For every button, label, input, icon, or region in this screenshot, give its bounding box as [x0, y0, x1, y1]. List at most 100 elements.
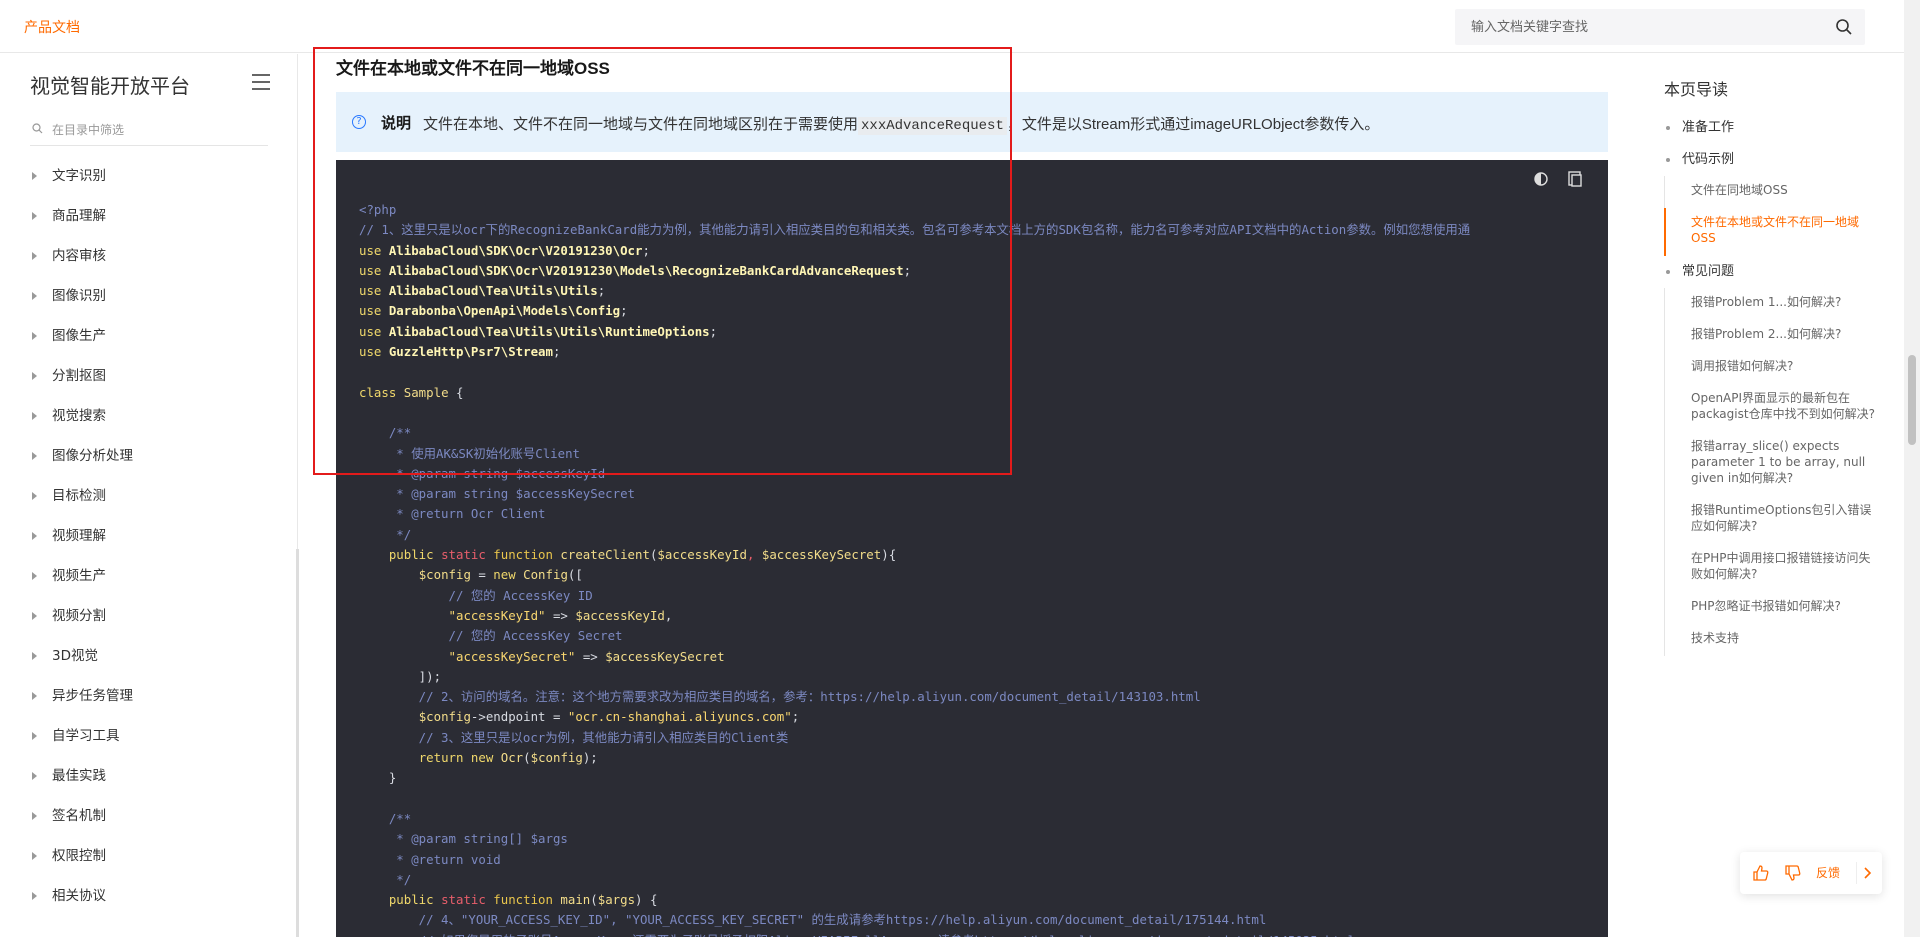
sidebar-item-label: 分割抠图 — [52, 368, 106, 384]
code-line: $config = new Config([ — [359, 567, 583, 582]
code-line: "accessKeyId" => $accessKeyId, — [359, 607, 673, 623]
sidebar-item[interactable]: 视频理解 — [0, 516, 296, 556]
menu-icon[interactable] — [252, 74, 270, 90]
toc-subitem[interactable]: 技术支持 — [1664, 624, 1878, 656]
copy-icon[interactable] — [1564, 168, 1586, 190]
code-token: "accessKeySecret" — [448, 648, 576, 664]
page-toc: 本页导读 准备工作 代码示例 文件在同地域OSS 文件在本地或文件不在同一地域OSS 常… — [1664, 54, 1878, 674]
code-token: $config — [418, 567, 471, 583]
sidebar-item[interactable]: 最佳实践 — [0, 756, 296, 796]
sidebar-scrollbar[interactable] — [296, 549, 299, 937]
code-token: createClient — [560, 547, 650, 563]
sidebar-item[interactable]: 异步任务管理 — [0, 676, 296, 716]
page-scrollbar[interactable] — [1904, 0, 1920, 937]
toc-subitem[interactable]: 文件在同地域OSS — [1664, 176, 1878, 208]
sidebar-item-label: 图像生产 — [52, 328, 106, 344]
code-token: AlibabaCloud\Tea\Utils\Utils — [388, 283, 598, 299]
sidebar-item[interactable]: 相关协议 — [0, 876, 296, 916]
sidebar-item[interactable]: 商品理解 — [0, 196, 296, 236]
sidebar-item[interactable]: 3D视觉 — [0, 636, 296, 676]
code-line: // 2、访问的域名。注意：这个地方需要求改为相应类目的域名，参考：https:… — [359, 689, 1201, 704]
sidebar-item-label: 视觉搜索 — [52, 408, 106, 424]
code-token: // 您的 AccessKey ID — [359, 587, 593, 603]
code-token: <?php — [359, 202, 397, 217]
code-token: main — [560, 892, 591, 908]
toc-section[interactable]: 准备工作 — [1664, 112, 1878, 144]
sidebar-item[interactable]: 自学习工具 — [0, 716, 296, 756]
code-token: * @param string $accessKeySecret — [359, 486, 636, 502]
toc-subitem[interactable]: 文件在本地或文件不在同一地域OSS — [1664, 208, 1878, 256]
code-line: * 使用AK&SK初始化账号Client — [359, 446, 580, 461]
caret-right-icon — [32, 332, 37, 340]
sidebar-item[interactable]: 权限控制 — [0, 836, 296, 876]
code-token: use — [359, 323, 389, 339]
sidebar-item[interactable]: 文字识别 — [0, 156, 296, 196]
caret-right-icon — [32, 172, 37, 180]
toc-label: 文件在同地域OSS — [1691, 183, 1788, 197]
sidebar-item[interactable]: 图像分析处理 — [0, 436, 296, 476]
toc-section[interactable]: 常见问题 — [1664, 256, 1878, 288]
thumbs-up-icon[interactable] — [1752, 863, 1770, 883]
code-token: /** — [359, 425, 412, 441]
code-token: * 使用AK&SK初始化账号Client — [359, 445, 581, 461]
search-input[interactable] — [1471, 9, 1831, 45]
note-text-part-1: 文件在本地、文件不在同一地域与文件在同地域区别在于需要使用 — [423, 116, 859, 133]
code-token: return — [418, 750, 471, 766]
toc-subitem[interactable]: 报错RuntimeOptions包引入错误应如何解决? — [1664, 496, 1878, 544]
toc-subitem[interactable]: OpenAPI界面显示的最新包在packagist仓库中找不到如何解决? — [1664, 384, 1878, 432]
code-token: , — [664, 607, 673, 623]
page-scrollbar-thumb[interactable] — [1908, 355, 1916, 445]
theme-toggle-icon[interactable] — [1530, 168, 1552, 190]
sidebar-item[interactable]: 图像识别 — [0, 276, 296, 316]
toc-subitem[interactable]: 在PHP中调用接口报错链接访问失败如何解决? — [1664, 544, 1878, 592]
code-line: // 您的 AccessKey Secret — [359, 628, 623, 643]
code-line: /** — [359, 425, 411, 440]
code-token: * @param string $accessKeyId — [359, 465, 606, 481]
brand-link[interactable]: 产品文档 — [24, 17, 80, 37]
code-token: use — [359, 344, 389, 360]
code-token: static — [441, 547, 494, 563]
code-token: // 2、访问的域名。注意：这个地方需要求改为相应类目的域名，参考：https:… — [359, 689, 1201, 705]
toc-label: PHP忽略证书报错如何解决? — [1691, 599, 1841, 613]
search-icon[interactable] — [1835, 18, 1853, 36]
top-bar: 产品文档 — [0, 0, 1904, 53]
code-line: <?php — [359, 202, 396, 217]
code-token: ]); — [359, 668, 442, 684]
caret-right-icon — [32, 612, 37, 620]
code-token: ; — [709, 323, 718, 339]
code-token: => — [545, 607, 576, 623]
sidebar-item-label: 相关协议 — [52, 888, 106, 904]
sidebar-item[interactable]: 图像生产 — [0, 316, 296, 356]
sidebar-item[interactable]: 签名机制 — [0, 796, 296, 836]
toc-subitem[interactable]: 调用报错如何解决? — [1664, 352, 1878, 384]
feedback-button[interactable]: 反馈 — [1816, 864, 1840, 881]
note-box: ? 说明 文件在本地、文件不在同一地域与文件在同地域区别在于需要使用 xxxAdv… — [336, 92, 1608, 152]
sidebar-item[interactable]: 目标检测 — [0, 476, 296, 516]
toc-section[interactable]: 代码示例 — [1664, 144, 1878, 176]
sidebar-item[interactable]: 分割抠图 — [0, 356, 296, 396]
toc-subitem[interactable]: 报错Problem 2...如何解决? — [1664, 320, 1878, 352]
sidebar-item[interactable]: 视觉搜索 — [0, 396, 296, 436]
code-token: ; — [552, 344, 561, 360]
sidebar-item-label: 视频生产 — [52, 568, 106, 584]
code-token: AlibabaCloud\SDK\Ocr\V20191230\Ocr — [388, 242, 643, 258]
caret-right-icon — [32, 452, 37, 460]
code-token: Config — [523, 567, 568, 583]
toc-subitem[interactable]: PHP忽略证书报错如何解决? — [1664, 592, 1878, 624]
sidebar-item[interactable]: 视频生产 — [0, 556, 296, 596]
thumbs-down-icon[interactable] — [1784, 863, 1802, 883]
caret-right-icon — [32, 772, 37, 780]
code-line: use AlibabaCloud\SDK\Ocr\V20191230\Model… — [359, 263, 911, 278]
code-token: "accessKeyId" — [448, 607, 546, 623]
caret-right-icon — [32, 292, 37, 300]
code-token: /** — [359, 810, 412, 826]
sidebar-item[interactable]: 内容审核 — [0, 236, 296, 276]
toc-subitem[interactable]: 报错Problem 1...如何解决? — [1664, 288, 1878, 320]
sidebar-filter-input[interactable] — [52, 120, 262, 140]
sidebar-item[interactable]: 视频分割 — [0, 596, 296, 636]
toc-subitem[interactable]: 报错array_slice() expects parameter 1 to b… — [1664, 432, 1878, 496]
chevron-right-icon[interactable] — [1862, 863, 1874, 883]
caret-right-icon — [32, 492, 37, 500]
